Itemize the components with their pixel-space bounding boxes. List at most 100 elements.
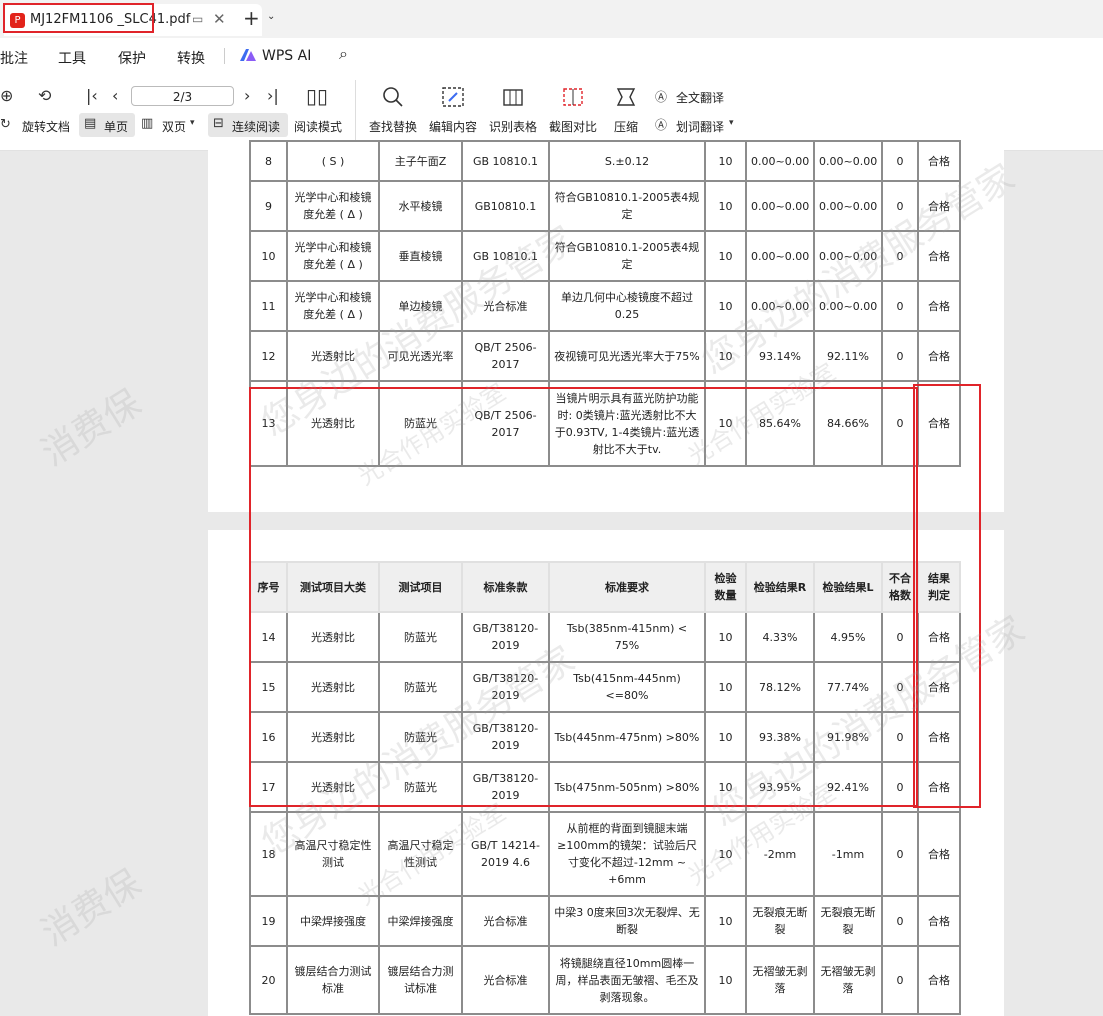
edit-content-button[interactable]: 编辑内容: [429, 118, 477, 135]
table-cell: 夜视镜可见光透光率大于75%: [548, 330, 706, 382]
word-translate-button[interactable]: 划词翻译: [676, 118, 724, 135]
edit-content-icon[interactable]: [441, 86, 465, 108]
table-cell: QB/T 2506-2017: [461, 330, 550, 382]
table-cell: ( S ): [286, 140, 380, 182]
table-cell: GB 10810.1: [461, 140, 550, 182]
menu-divider: [224, 48, 225, 64]
watermark-text: 消费保: [34, 862, 149, 955]
table-cell: 主子午面Z: [378, 140, 463, 182]
table-cell: 19: [249, 895, 288, 947]
menu-wps-ai[interactable]: WPS AI: [262, 48, 311, 64]
table-cell: 0.00~0.00: [813, 180, 883, 232]
single-page-button[interactable]: 单页: [104, 118, 128, 135]
table-cell: 0: [881, 945, 919, 1015]
table-cell: 0: [881, 895, 919, 947]
menu-protect[interactable]: 保护: [118, 48, 146, 68]
document-viewport[interactable]: 8( S ) 主子午面Z GB 10810.1 S.±0.12 10 0.00~0.00 0…: [0, 140, 1103, 1016]
table-cell: 单边几何中心棱镜度不超过0.25: [548, 280, 706, 332]
table-cell: 光学中心和棱镜度允差 ( Δ ): [286, 280, 380, 332]
menu-annotate[interactable]: 批注: [0, 48, 28, 68]
table-cell: 水平棱镜: [378, 180, 463, 232]
table-cell: 11: [249, 280, 288, 332]
menu-tools[interactable]: 工具: [58, 48, 86, 68]
book-icon[interactable]: ▯▯: [306, 84, 328, 108]
table-cell: 0: [881, 811, 919, 897]
table-cell: 10: [704, 945, 747, 1015]
table-cell: 8: [249, 140, 288, 182]
table-cell: 无裂痕无断裂: [813, 895, 883, 947]
table-cell: 0: [881, 140, 919, 182]
table-row: 9 光学中心和棱镜度允差 ( Δ ) 水平棱镜 GB10810.1 符合GB10810.…: [249, 180, 961, 232]
highlight-box-result: [913, 384, 981, 808]
page-number-input[interactable]: 2/3: [131, 86, 234, 106]
recognize-table-button[interactable]: 识别表格: [489, 118, 537, 135]
table-cell: 无褶皱无剥落: [745, 945, 815, 1015]
translate-icon: Ⓐ: [655, 90, 668, 104]
search-icon[interactable]: ⌕: [339, 44, 348, 64]
table-row: 19 中梁焊接强度 中梁焊接强度 光合标准 中梁3 0度来回3次无裂焊、无断裂 10 无裂痕…: [249, 895, 961, 947]
table-cell: 中梁焊接强度: [378, 895, 463, 947]
table-cell: 垂直棱镜: [378, 230, 463, 282]
full-translate-button[interactable]: 全文翻译: [676, 89, 724, 106]
chevron-down-icon[interactable]: ⌄: [267, 11, 275, 22]
continuous-read-button[interactable]: 连续阅读: [232, 118, 280, 135]
continuous-read-icon: ⊟: [213, 116, 224, 131]
first-page-icon[interactable]: |‹: [86, 86, 98, 105]
tab-bar: P MJ12FM1106 _SLC41.pdf ▭ ✕ + ⌄: [0, 0, 1103, 38]
compress-icon[interactable]: [614, 86, 638, 108]
table-cell: 光学中心和棱镜度允差 ( Δ ): [286, 180, 380, 232]
last-page-icon[interactable]: ›|: [267, 86, 279, 105]
prev-page-icon[interactable]: ‹: [112, 86, 118, 105]
menu-convert[interactable]: 转换: [177, 48, 205, 68]
menu-bar: 批注 工具 保护 转换 WPS AI ⌕: [0, 38, 1103, 74]
find-replace-button[interactable]: 查找替换: [369, 118, 417, 135]
chevron-down-icon[interactable]: ▾: [729, 118, 734, 128]
new-tab-plus-icon[interactable]: +: [243, 6, 260, 30]
screenshot-compare-button[interactable]: 截图对比: [549, 118, 597, 135]
table-cell: 10: [704, 180, 747, 232]
monitor-icon[interactable]: ▭: [192, 12, 203, 26]
rotate-doc-icon[interactable]: ⟲: [38, 86, 51, 105]
recognize-table-icon[interactable]: [501, 86, 525, 108]
table-cell: 12: [249, 330, 288, 382]
rotate-document-button[interactable]: 旋转文档: [22, 118, 70, 135]
zoom-in-icon[interactable]: ⊕: [0, 86, 13, 105]
table-cell: 从前框的背面到镜腿末端≥100mm的镜架：试验后尺寸变化不超过-12mm ~ +…: [548, 811, 706, 897]
next-page-icon[interactable]: ›: [244, 86, 250, 105]
table-cell: 光合标准: [461, 895, 550, 947]
table-cell: 符合GB10810.1-2005表4规定: [548, 180, 706, 232]
table-cell: 无褶皱无剥落: [813, 945, 883, 1015]
table-cell: 0: [881, 330, 919, 382]
find-replace-icon[interactable]: [381, 86, 405, 108]
table-cell: 20: [249, 945, 288, 1015]
single-page-icon: ▤: [84, 116, 97, 131]
table-cell: 合格: [917, 280, 961, 332]
table-cell: 0: [881, 280, 919, 332]
table-cell: 10: [704, 895, 747, 947]
watermark-text: 消费保: [34, 382, 149, 475]
double-page-button[interactable]: 双页: [162, 118, 186, 135]
table-cell: 光合标准: [461, 945, 550, 1015]
table-cell: 9: [249, 180, 288, 232]
chevron-down-icon[interactable]: ▾: [190, 118, 195, 128]
table-cell: 中梁3 0度来回3次无裂焊、无断裂: [548, 895, 706, 947]
screenshot-compare-icon[interactable]: [561, 86, 585, 108]
close-icon[interactable]: ✕: [213, 10, 226, 28]
table-cell: 合格: [917, 895, 961, 947]
read-mode-button[interactable]: 阅读模式: [294, 118, 342, 135]
table-cell: 10: [249, 230, 288, 282]
table-cell: -1mm: [813, 811, 883, 897]
table-cell: 镀层结合力测试标准: [378, 945, 463, 1015]
table-cell: 10: [704, 230, 747, 282]
table-cell: 0.00~0.00: [745, 140, 815, 182]
rotate-small-icon: ↻: [0, 117, 11, 132]
word-translate-icon: Ⓐ: [655, 118, 668, 132]
table-cell: 合格: [917, 945, 961, 1015]
table-cell: 10: [704, 140, 747, 182]
table-cell: 无裂痕无断裂: [745, 895, 815, 947]
compress-button[interactable]: 压缩: [614, 118, 638, 135]
table-cell: S.±0.12: [548, 140, 706, 182]
tab-highlight-box: [3, 3, 154, 33]
table-cell: 合格: [917, 330, 961, 382]
table-row: 8( S ) 主子午面Z GB 10810.1 S.±0.12 10 0.00~0.00 0…: [249, 140, 961, 182]
